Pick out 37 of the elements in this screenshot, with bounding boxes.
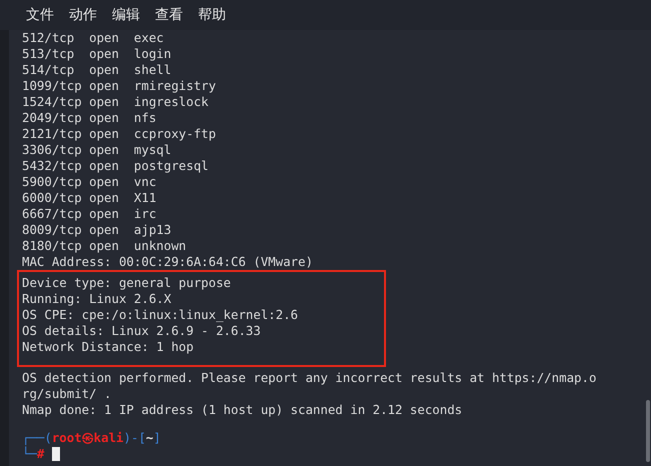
output-line: 5432/tcp open postgresql <box>22 158 210 174</box>
output-line: 2121/tcp open ccproxy-ftp <box>22 126 217 142</box>
output-line: 3306/tcp open mysql <box>22 142 172 158</box>
prompt-text: root㉿kali <box>52 430 124 446</box>
output-line: MAC Address: 00:0C:29:6A:64:C6 (VMware) <box>22 254 314 270</box>
output-line: OS CPE: cpe:/o:linux:linux_kernel:2.6 <box>22 307 300 323</box>
menu-item[interactable]: 帮助 <box>198 6 226 24</box>
output-line: 1099/tcp open rmiregistry <box>22 78 217 94</box>
output-line: OS details: Linux 2.6.9 - 2.6.33 <box>22 323 262 339</box>
output-line: 512/tcp open exec <box>22 30 165 46</box>
output-line: Nmap done: 1 IP address (1 host up) scanned in 2.12 seconds <box>22 402 464 418</box>
output-line: Running: Linux 2.6.X <box>22 291 172 307</box>
output-line: 6667/tcp open irc <box>22 206 158 222</box>
output-line: 1524/tcp open ingreslock <box>22 94 210 110</box>
output-line: Device type: general purpose <box>22 275 232 291</box>
prompt-text: ~ <box>146 430 154 446</box>
output-line: 513/tcp open login <box>22 46 172 62</box>
prompt-text: ] <box>153 430 161 446</box>
prompt-text: ┌──( <box>22 430 52 446</box>
menu-item[interactable]: 编辑 <box>112 6 140 24</box>
menu-item[interactable]: 查看 <box>155 6 183 24</box>
output-line: 8009/tcp open ajp13 <box>22 222 172 238</box>
menu-item[interactable]: 文件 <box>26 6 54 24</box>
output-line: 8180/tcp open unknown <box>22 238 188 254</box>
menu-item[interactable]: 动作 <box>69 6 97 24</box>
prompt-text: └─ <box>22 446 37 462</box>
output-line: 5900/tcp open vnc <box>22 174 158 190</box>
output-line: 514/tcp open shell <box>22 62 172 78</box>
output-line: 6000/tcp open X11 <box>22 190 158 206</box>
scrollbar[interactable] <box>646 400 650 462</box>
prompt-text: )-[ <box>124 430 146 446</box>
text-cursor <box>52 447 60 461</box>
output-line: rg/submit/ . <box>22 386 113 402</box>
output-line: Network Distance: 1 hop <box>22 339 195 355</box>
prompt-text: # <box>36 446 44 462</box>
output-line: 2049/tcp open nfs <box>22 110 158 126</box>
output-line: OS detection performed. Please report any incorrect results at https://nmap.o <box>22 370 598 386</box>
